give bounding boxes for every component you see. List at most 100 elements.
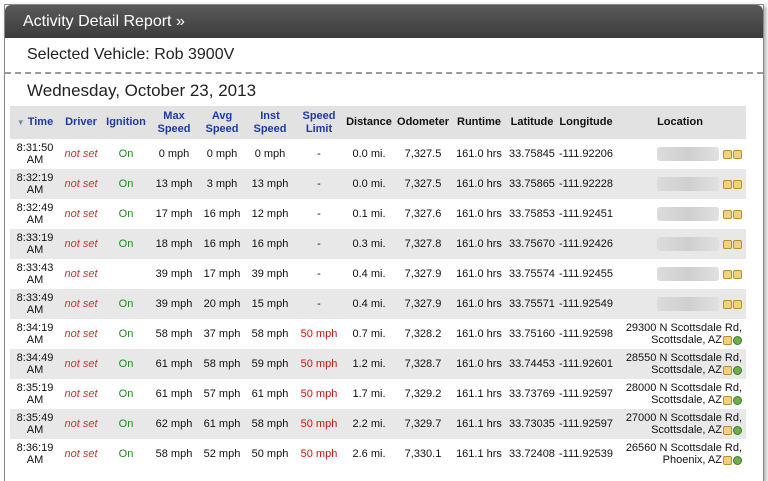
cell-longitude: -111.92549 (558, 289, 614, 319)
redacted-location (657, 297, 719, 311)
report-window: Activity Detail Report » Selected Vehicl… (4, 4, 764, 481)
col-longitude: Longitude (558, 106, 614, 139)
cell-inst-speed: 0 mph (246, 139, 294, 169)
cell-latitude: 33.75845 (506, 139, 558, 169)
report-title-bar[interactable]: Activity Detail Report » (5, 5, 763, 38)
map-icon[interactable] (723, 299, 732, 309)
cell-longitude: -111.92597 (558, 379, 614, 409)
map-icon[interactable] (723, 365, 732, 375)
selected-vehicle-label: Selected Vehicle: Rob 3900V (27, 46, 235, 63)
cell-ignition: On (102, 169, 150, 199)
directions-icon[interactable] (733, 239, 742, 249)
cell-location (614, 229, 746, 259)
table-row: 8:31:50 AM not set On 0 mph 0 mph 0 mph -0.0 m… (10, 139, 746, 169)
cell-latitude: 33.75670 (506, 229, 558, 259)
redacted-location (657, 177, 719, 191)
cell-location (614, 259, 746, 289)
directions-icon[interactable] (733, 149, 742, 159)
cell-latitude: 33.75571 (506, 289, 558, 319)
cell-inst-speed: 58 mph (246, 319, 294, 349)
cell-distance: 2.2 mi. (344, 409, 394, 439)
location-street: 28000 N Scottsdale Rd, (625, 382, 742, 394)
cell-speed-limit: - (294, 229, 344, 259)
cell-runtime: 161.0 hrs (452, 169, 506, 199)
cell-max-speed: 58 mph (150, 319, 198, 349)
cell-ignition: On (102, 139, 150, 169)
table-row: 8:32:19 AM not set On 13 mph 3 mph 13 mph -0.0… (10, 169, 746, 199)
cell-latitude: 33.74453 (506, 349, 558, 379)
col-driver[interactable]: Driver (60, 106, 102, 139)
col-location: Location (614, 106, 746, 139)
sort-down-icon[interactable]: ▼ (17, 118, 25, 127)
cell-distance: 2.6 mi. (344, 439, 394, 469)
location-city: Scottsdale, AZ (614, 394, 742, 406)
cell-max-speed: 39 mph (150, 289, 198, 319)
cell-inst-speed: 12 mph (246, 199, 294, 229)
pin-icon[interactable] (733, 365, 742, 375)
cell-speed-limit: 50 mph (294, 379, 344, 409)
cell-time: 8:33:19 AM (10, 229, 60, 259)
col-speed-limit[interactable]: Speed Limit (294, 106, 344, 139)
directions-icon[interactable] (733, 209, 742, 219)
cell-speed-limit: 50 mph (294, 319, 344, 349)
cell-max-speed: 58 mph (150, 439, 198, 469)
map-icon[interactable] (723, 395, 732, 405)
location-street: 29300 N Scottsdale Rd, (625, 322, 742, 334)
cell-inst-speed: 58 mph (246, 409, 294, 439)
cell-longitude: -111.92451 (558, 199, 614, 229)
map-icon[interactable] (723, 179, 732, 189)
cell-runtime: 161.1 hrs (452, 439, 506, 469)
col-avg-speed[interactable]: Avg Speed (198, 106, 246, 139)
map-icon[interactable] (723, 425, 732, 435)
directions-icon[interactable] (733, 179, 742, 189)
location-street: 26560 N Scottsdale Rd, (625, 442, 742, 454)
cell-avg-speed: 20 mph (198, 289, 246, 319)
cell-inst-speed: 16 mph (246, 229, 294, 259)
cell-ignition: On (102, 409, 150, 439)
cell-avg-speed: 17 mph (198, 259, 246, 289)
report-title[interactable]: Activity Detail Report » (23, 13, 185, 30)
col-inst-speed[interactable]: Inst Speed (246, 106, 294, 139)
cell-inst-speed: 50 mph (246, 439, 294, 469)
cell-location (614, 169, 746, 199)
cell-max-speed: 61 mph (150, 379, 198, 409)
cell-avg-speed: 58 mph (198, 349, 246, 379)
pin-icon[interactable] (733, 335, 742, 345)
cell-odometer: 7,327.8 (394, 229, 452, 259)
map-icon[interactable] (723, 209, 732, 219)
cell-speed-limit: - (294, 259, 344, 289)
cell-driver: not set (60, 169, 102, 199)
cell-location: 29300 N Scottsdale Rd, Scottsdale, AZ (614, 319, 746, 349)
pin-icon[interactable] (733, 425, 742, 435)
map-icon[interactable] (723, 455, 732, 465)
table-row: 8:33:49 AM not set On 39 mph 20 mph 15 mph -0.… (10, 289, 746, 319)
cell-location: 28550 N Scottsdale Rd, Scottsdale, AZ (614, 349, 746, 379)
cell-speed-limit: 50 mph (294, 409, 344, 439)
cell-latitude: 33.72408 (506, 439, 558, 469)
col-time[interactable]: ▼ Time (10, 106, 60, 139)
redacted-location (657, 267, 719, 281)
map-icon[interactable] (723, 149, 732, 159)
map-icon[interactable] (723, 269, 732, 279)
col-ignition[interactable]: Ignition (102, 106, 150, 139)
map-icon[interactable] (723, 239, 732, 249)
cell-time: 8:35:19 AM (10, 379, 60, 409)
table-header-row: ▼ Time Driver Ignition Max Speed Avg Spee… (10, 106, 746, 139)
map-icon[interactable] (723, 335, 732, 345)
directions-icon[interactable] (733, 269, 742, 279)
cell-distance: 0.0 mi. (344, 169, 394, 199)
cell-avg-speed: 37 mph (198, 319, 246, 349)
cell-speed-limit: 50 mph (294, 439, 344, 469)
cell-latitude: 33.75853 (506, 199, 558, 229)
col-runtime: Runtime (452, 106, 506, 139)
cell-runtime: 161.0 hrs (452, 349, 506, 379)
cell-odometer: 7,327.5 (394, 169, 452, 199)
pin-icon[interactable] (733, 395, 742, 405)
pin-icon[interactable] (733, 455, 742, 465)
cell-avg-speed: 52 mph (198, 439, 246, 469)
col-max-speed[interactable]: Max Speed (150, 106, 198, 139)
location-city: Scottsdale, AZ (614, 334, 742, 346)
directions-icon[interactable] (733, 299, 742, 309)
cell-odometer: 7,330.1 (394, 439, 452, 469)
cell-ignition (102, 259, 150, 289)
